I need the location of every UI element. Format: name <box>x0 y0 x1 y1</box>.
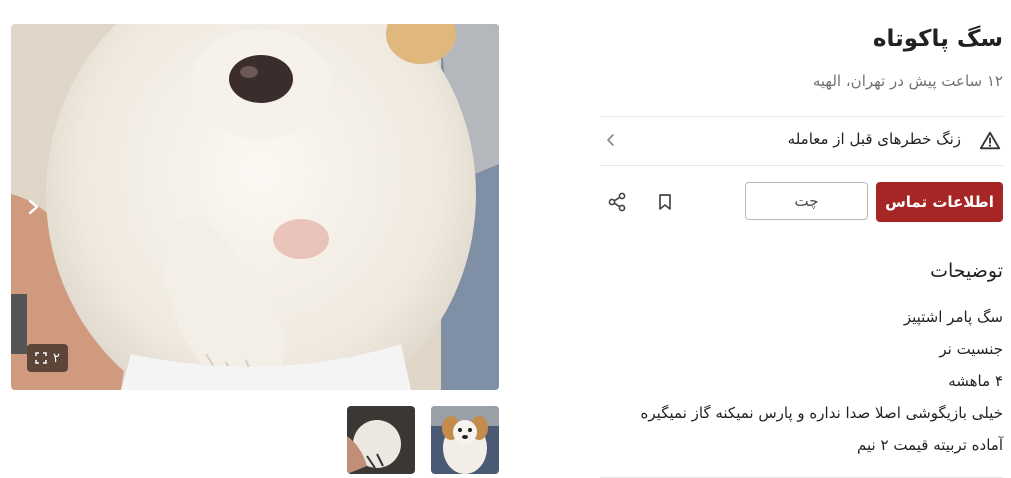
bookmark-button[interactable] <box>653 190 677 214</box>
description-heading: توضیحات <box>930 260 1003 282</box>
safety-warning-link[interactable]: زنگ خطرهای قبل از معامله <box>600 117 1003 165</box>
chevron-left-icon <box>607 134 614 146</box>
description-line: آماده تربیته قیمت ۲ نیم <box>857 436 1003 454</box>
listing-title: سگ پاکوتاه <box>872 26 1003 52</box>
image-count-badge[interactable]: ۲ <box>27 344 68 372</box>
puppy-thumbnail <box>431 406 499 474</box>
thumbnail-2[interactable] <box>347 406 415 474</box>
warning-triangle-icon <box>979 131 1001 150</box>
safety-warning-label: زنگ خطرهای قبل از معامله <box>787 130 961 148</box>
share-icon <box>608 192 626 212</box>
thumbnail-1[interactable] <box>431 406 499 474</box>
chevron-right-icon[interactable] <box>25 196 43 218</box>
description-line: سگ پامر اشتپیز <box>903 308 1003 326</box>
share-button[interactable] <box>605 190 629 214</box>
contact-info-button[interactable]: اطلاعات تماس <box>876 182 1003 222</box>
puppy-photo <box>11 24 499 390</box>
divider <box>600 165 1003 166</box>
expand-icon <box>35 352 47 364</box>
bookmark-icon <box>659 194 671 210</box>
description-line: خیلی بازیگوشی اصلا صدا نداره و پارس نمیک… <box>640 404 1003 422</box>
description-line: جنسیت نر <box>939 340 1003 358</box>
image-count: ۲ <box>53 350 60 366</box>
listing-info-panel: سگ پاکوتاه ۱۲ ساعت پیش در تهران، الهیه ز… <box>600 0 1003 478</box>
main-listing-photo[interactable]: ۲ <box>11 24 499 390</box>
description-line: ۴ ماهشه <box>948 372 1003 390</box>
listing-subtitle: ۱۲ ساعت پیش در تهران، الهیه <box>812 72 1003 90</box>
puppy-thumbnail <box>347 406 415 474</box>
chat-button[interactable]: چت <box>745 182 868 220</box>
